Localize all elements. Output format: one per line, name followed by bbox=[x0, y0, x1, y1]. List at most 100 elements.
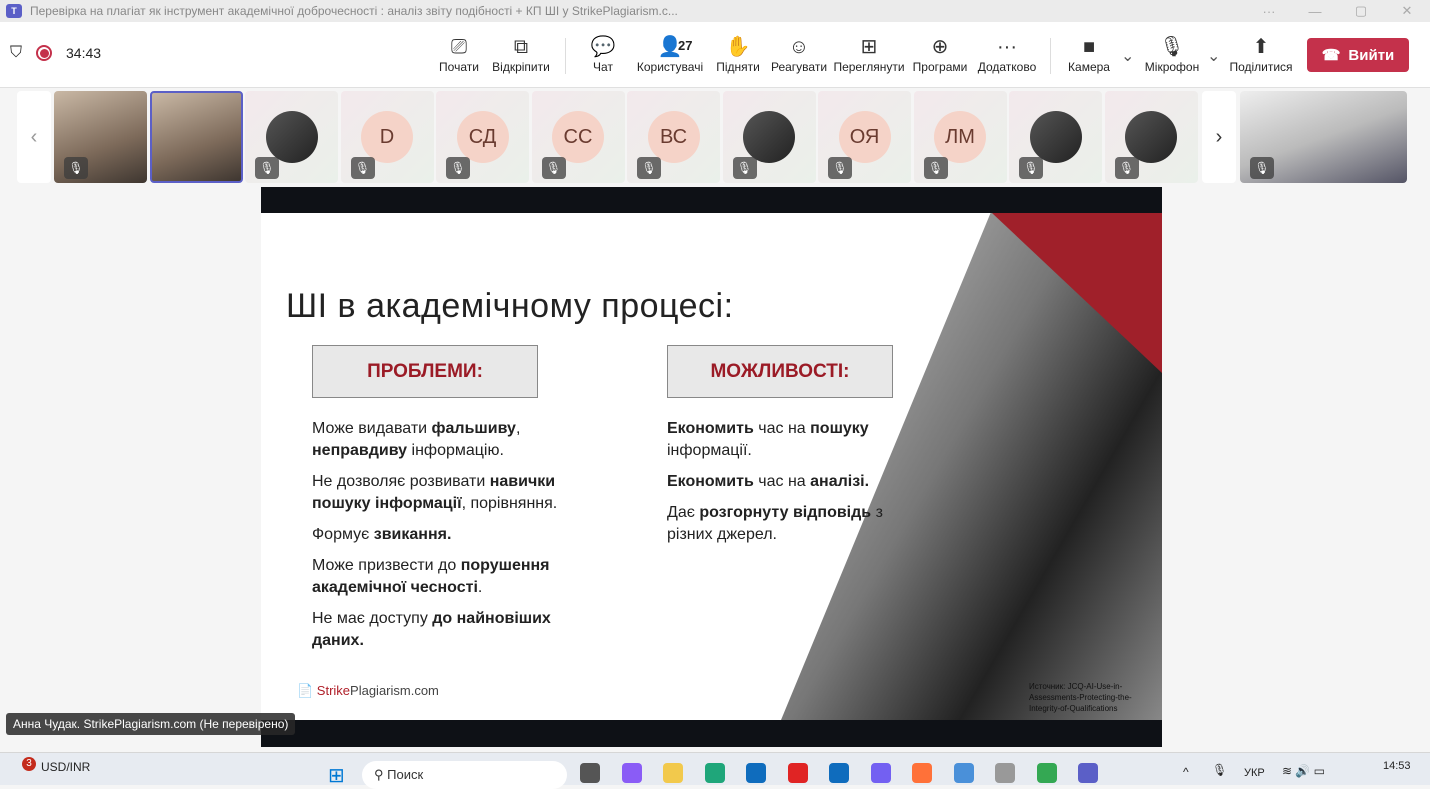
bullet-text: Економить bbox=[667, 473, 754, 490]
toolbar-label: Поділитися bbox=[1229, 60, 1293, 74]
bullet-item: Може видавати фальшиву, неправдиву інфор… bbox=[312, 418, 602, 462]
search-icon: ⚲ bbox=[374, 767, 388, 782]
toolbar-label: Реагувати bbox=[770, 60, 828, 74]
restore-button[interactable]: ▢ bbox=[1338, 3, 1384, 19]
wifi-volume-battery-icons[interactable]: ≋ 🔊 ▭ bbox=[1282, 764, 1325, 778]
toolbar-label: Камера bbox=[1068, 60, 1110, 74]
clock[interactable]: 14:53 bbox=[1383, 760, 1411, 772]
mic-options-chevron-icon[interactable]: ⌄ bbox=[1207, 46, 1220, 66]
problems-list: Може видавати фальшиву, неправдиву інфор… bbox=[312, 418, 602, 661]
leave-button[interactable]: ☎ Вийти bbox=[1307, 38, 1409, 72]
apps-icon: ⊕ bbox=[931, 36, 949, 58]
shared-screen: ШІ в академічному процесі: ПРОБЛЕМИ: МОЖ… bbox=[261, 187, 1162, 747]
toolbar-label: Підняти bbox=[716, 60, 760, 74]
bullet-text: звикання. bbox=[373, 526, 452, 543]
raise-hand-icon: ✋ bbox=[725, 36, 751, 58]
participant-tile[interactable]: 🎙 bbox=[1104, 91, 1198, 183]
toolbar-button-mic-off[interactable]: 🎙 Мікрофон bbox=[1132, 34, 1212, 74]
bullet-text: аналізі. bbox=[810, 473, 870, 490]
close-button[interactable]: ✕ bbox=[1384, 3, 1430, 19]
participant-tile[interactable]: СС 🎙 bbox=[531, 91, 625, 183]
opportunities-list: Економить час на пошуку інформації. Еконо… bbox=[667, 418, 907, 555]
prev-participants-button[interactable]: ‹ bbox=[17, 91, 51, 183]
participant-tile[interactable]: 🎙 bbox=[245, 91, 338, 183]
pop-out-icon: ⧉ bbox=[513, 36, 529, 58]
bullet-item: Не має доступу до найновіших даних. bbox=[312, 608, 602, 652]
taskbar-app-icon[interactable] bbox=[870, 763, 891, 783]
start-button[interactable]: ⊞ bbox=[328, 763, 345, 788]
bullet-text: Дає bbox=[667, 504, 700, 521]
participant-tile[interactable]: ЛМ 🎙 bbox=[913, 91, 1007, 183]
taskbar-app-icon[interactable] bbox=[746, 763, 766, 783]
taskbar-app-icon[interactable] bbox=[704, 763, 725, 783]
more-icon: ··· bbox=[997, 36, 1017, 58]
toolbar-button-share[interactable]: ⬆ Поділитися bbox=[1221, 34, 1301, 74]
mic-muted-icon: 🎙 bbox=[828, 157, 852, 179]
next-participants-button[interactable]: › bbox=[1202, 91, 1236, 183]
mic-muted-icon: 🎙 bbox=[255, 157, 279, 179]
problems-header: ПРОБЛЕМИ: bbox=[312, 345, 538, 398]
strikeplagiarism-logo: 📄 StrikePlagiarism.com bbox=[297, 683, 439, 698]
participant-avatar bbox=[265, 111, 318, 163]
participant-tile[interactable]: ВС 🎙 bbox=[627, 91, 720, 183]
widget-badge: 3 bbox=[22, 757, 36, 771]
share-icon: ⬆ bbox=[1252, 36, 1270, 58]
participant-tile[interactable] bbox=[149, 91, 243, 183]
mic-muted-icon: 🎙 bbox=[1250, 157, 1274, 179]
toolbar-label: Відкріпити bbox=[492, 60, 550, 74]
toolbar-button-camera[interactable]: ■ Камера bbox=[1049, 34, 1129, 74]
camera-icon: ■ bbox=[1082, 36, 1096, 58]
bullet-text: інформацію. bbox=[407, 442, 504, 459]
title-bar: T Перевірка на плагіат як інструмент ака… bbox=[0, 0, 1430, 22]
mic-muted-icon: 🎙 bbox=[923, 157, 948, 179]
taskbar-app-icon[interactable] bbox=[1036, 763, 1057, 783]
taskbar-app-icon[interactable] bbox=[663, 763, 683, 783]
bullet-text: , порівняння. bbox=[461, 495, 558, 512]
toolbar-label: Користувачі bbox=[636, 60, 704, 74]
bullet-item: Не дозволяє розвивати навички пошуку інф… bbox=[312, 471, 602, 515]
windows-taskbar: 3 USD/INR ⊞ ⚲ Поиск ^ 🎙 УКР ≋ 🔊 ▭ 14:53 bbox=[0, 752, 1430, 789]
tray-mic-icon[interactable]: 🎙 bbox=[1212, 763, 1227, 777]
participant-tile[interactable]: 🎙 bbox=[54, 91, 147, 183]
camera-options-chevron-icon[interactable]: ⌄ bbox=[1121, 46, 1134, 66]
participant-tile[interactable]: D 🎙 bbox=[340, 91, 434, 183]
participant-avatar bbox=[743, 111, 795, 163]
taskbar-app-icon[interactable] bbox=[912, 763, 932, 783]
self-video-tile[interactable]: 🎙 bbox=[1240, 91, 1407, 183]
bullet-text: час на bbox=[753, 420, 811, 437]
taskbar-app-icon[interactable] bbox=[787, 763, 808, 783]
minimize-button[interactable]: — bbox=[1292, 4, 1338, 19]
toolbar-button-view[interactable]: ⊞ Переглянути bbox=[829, 34, 909, 74]
participant-tile[interactable]: 🎙 bbox=[1009, 91, 1102, 183]
more-options-button[interactable]: ··· bbox=[1246, 4, 1292, 19]
participant-tile[interactable]: СД 🎙 bbox=[436, 91, 529, 183]
mic-muted-icon: 🎙 bbox=[637, 157, 661, 179]
language-indicator[interactable]: УКР bbox=[1244, 767, 1265, 779]
toolbar-button-more[interactable]: ··· Додатково bbox=[967, 34, 1047, 74]
bullet-text: інформації. bbox=[667, 442, 752, 459]
participant-tile[interactable]: ОЯ 🎙 bbox=[818, 91, 911, 183]
taskbar-app-icon[interactable] bbox=[829, 763, 849, 783]
toolbar-button-pop-out[interactable]: ⧉ Відкріпити bbox=[481, 34, 561, 74]
toolbar-button-react[interactable]: ☺ Реагувати bbox=[759, 34, 839, 74]
view-icon: ⊞ bbox=[860, 36, 878, 58]
participant-tile[interactable]: 🎙 bbox=[722, 91, 816, 183]
taskbar-app-icon[interactable] bbox=[953, 763, 974, 783]
leave-label: Вийти bbox=[1348, 46, 1395, 64]
shield-icon[interactable]: ⛉ bbox=[10, 44, 22, 62]
meeting-timer: 34:43 bbox=[66, 45, 102, 61]
toolbar-label: Програми bbox=[912, 60, 968, 74]
bullet-text: Економить bbox=[667, 420, 754, 437]
bullet-text: фальшиву bbox=[431, 420, 516, 437]
tray-chevron-icon[interactable]: ^ bbox=[1183, 765, 1189, 779]
participant-avatar: СД bbox=[456, 111, 509, 163]
hang-up-icon: ☎ bbox=[1321, 47, 1341, 64]
taskbar-app-icon[interactable] bbox=[621, 763, 642, 783]
mic-muted-icon: 🎙 bbox=[541, 157, 566, 179]
opportunities-header: МОЖЛИВОСТІ: bbox=[667, 345, 893, 398]
taskbar-app-icon[interactable] bbox=[995, 763, 1015, 783]
meeting-toolbar: ⛉ 34:43 ⎚ Почати ⧉ Відкріпити 💬 Чат 👤 27 Користу… bbox=[0, 22, 1430, 88]
taskbar-app-icon[interactable] bbox=[580, 763, 600, 783]
widget-ticker[interactable]: USD/INR bbox=[41, 760, 90, 774]
taskbar-app-icon[interactable] bbox=[1078, 763, 1098, 783]
